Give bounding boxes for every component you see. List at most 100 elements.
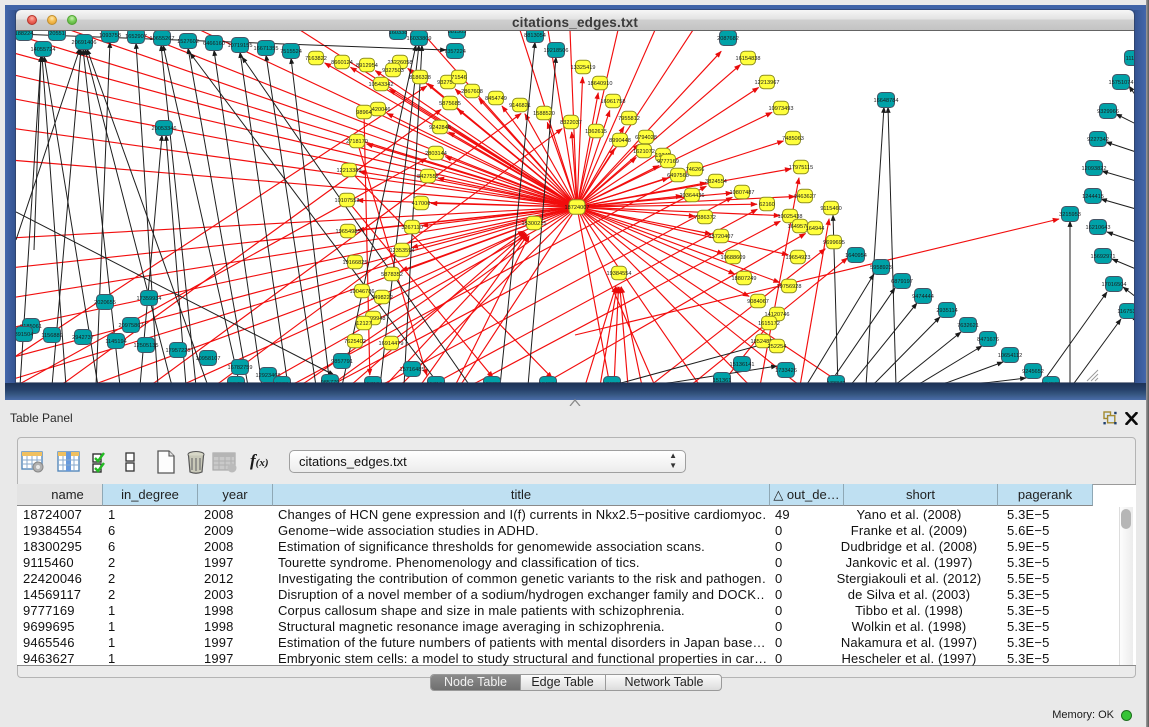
svg-text:1156889: 1156889 bbox=[41, 333, 62, 339]
svg-text:8427552: 8427552 bbox=[417, 174, 439, 180]
svg-text:1588520: 1588520 bbox=[533, 111, 555, 117]
svg-text:19384554: 19384554 bbox=[607, 271, 632, 277]
svg-text:391504: 391504 bbox=[16, 332, 33, 338]
svg-text:9245652: 9245652 bbox=[1022, 369, 1044, 375]
svg-text:7386372: 7386372 bbox=[694, 215, 716, 221]
svg-text:9115460: 9115460 bbox=[820, 206, 841, 212]
svg-text:160338: 160338 bbox=[389, 31, 408, 36]
svg-text:8471676: 8471676 bbox=[977, 337, 999, 343]
svg-text:9699695: 9699695 bbox=[823, 240, 845, 246]
svg-text:2942737: 2942737 bbox=[72, 335, 94, 341]
svg-text:16648784: 16648784 bbox=[874, 98, 899, 104]
svg-text:8912954: 8912954 bbox=[356, 63, 378, 69]
svg-text:1362615: 1362615 bbox=[585, 129, 607, 135]
svg-text:5958923: 5958923 bbox=[870, 265, 892, 271]
svg-text:6466160: 6466160 bbox=[203, 41, 225, 47]
svg-text:2718170: 2718170 bbox=[346, 139, 368, 145]
svg-text:15751074: 15751074 bbox=[1109, 80, 1134, 86]
svg-text:1640954: 1640954 bbox=[845, 253, 867, 259]
svg-text:18807249: 18807249 bbox=[732, 276, 757, 282]
svg-text:164944: 164944 bbox=[806, 226, 825, 232]
svg-text:19218506: 19218506 bbox=[544, 48, 569, 54]
svg-text:12353594: 12353594 bbox=[390, 248, 415, 254]
svg-text:9463627: 9463627 bbox=[794, 194, 816, 200]
svg-text:12213389: 12213389 bbox=[337, 168, 362, 174]
svg-text:7625402: 7625402 bbox=[344, 339, 366, 345]
svg-text:1652907: 1652907 bbox=[125, 34, 147, 40]
svg-text:18724007: 18724007 bbox=[565, 205, 590, 211]
svg-text:2087682: 2087682 bbox=[717, 36, 739, 42]
svg-text:8813054: 8813054 bbox=[524, 33, 546, 39]
svg-text:10958107: 10958107 bbox=[196, 356, 221, 362]
svg-text:15692971: 15692971 bbox=[1091, 254, 1116, 260]
svg-text:9242848: 9242848 bbox=[429, 125, 451, 131]
svg-text:17016504: 17016504 bbox=[1102, 282, 1127, 288]
svg-text:19654985: 19654985 bbox=[336, 229, 361, 235]
svg-text:7955812: 7955812 bbox=[618, 116, 640, 122]
svg-text:9146821: 9146821 bbox=[509, 103, 531, 109]
svg-text:8186328: 8186328 bbox=[409, 75, 431, 81]
svg-text:10973493: 10973493 bbox=[769, 106, 794, 112]
svg-text:5878352: 5878352 bbox=[381, 272, 403, 278]
svg-text:15136141: 15136141 bbox=[730, 362, 755, 368]
svg-text:9474444: 9474444 bbox=[912, 294, 934, 300]
svg-text:11173: 11173 bbox=[1126, 56, 1134, 62]
svg-text:7485063: 7485063 bbox=[782, 136, 804, 142]
svg-text:12213967: 12213967 bbox=[755, 80, 780, 86]
svg-text:881305: 881305 bbox=[448, 31, 467, 35]
svg-text:3267110: 3267110 bbox=[401, 225, 422, 231]
svg-text:1244415: 1244415 bbox=[1082, 194, 1104, 200]
svg-text:19166825: 19166825 bbox=[343, 260, 368, 266]
svg-text:16671355: 16671355 bbox=[254, 46, 279, 52]
svg-text:8660124: 8660124 bbox=[331, 60, 353, 66]
svg-text:16914479: 16914479 bbox=[379, 341, 404, 347]
svg-text:1145194: 1145194 bbox=[105, 339, 126, 345]
svg-text:9329966: 9329966 bbox=[1097, 109, 1119, 115]
svg-text:17957225: 17957225 bbox=[166, 348, 191, 354]
svg-text:417006: 417006 bbox=[412, 201, 431, 207]
svg-text:12127: 12127 bbox=[356, 321, 372, 327]
svg-text:10719155: 10719155 bbox=[228, 43, 253, 49]
svg-text:1093758: 1093758 bbox=[99, 33, 121, 39]
svg-text:8990448: 8990448 bbox=[609, 138, 631, 144]
svg-text:7163822: 7163822 bbox=[305, 56, 327, 62]
svg-text:7357224: 7357224 bbox=[444, 49, 466, 55]
svg-text:8454749: 8454749 bbox=[485, 96, 507, 102]
svg-text:6497568: 6497568 bbox=[667, 173, 689, 179]
svg-text:20691406: 20691406 bbox=[72, 40, 97, 46]
svg-text:19654923: 19654923 bbox=[786, 255, 811, 261]
svg-text:15720407: 15720407 bbox=[709, 234, 734, 240]
svg-text:5875685: 5875685 bbox=[439, 101, 461, 107]
svg-text:98964: 98964 bbox=[356, 110, 372, 116]
svg-text:252254: 252254 bbox=[768, 344, 787, 350]
svg-text:12505135: 12505135 bbox=[134, 343, 159, 349]
svg-text:7515524: 7515524 bbox=[280, 49, 302, 55]
svg-text:12093822: 12093822 bbox=[1082, 166, 1107, 172]
svg-text:9327503: 9327503 bbox=[382, 68, 404, 74]
svg-text:10654112: 10654112 bbox=[998, 353, 1022, 359]
svg-text:16961758: 16961758 bbox=[601, 99, 626, 105]
svg-text:6794028: 6794028 bbox=[635, 135, 657, 141]
svg-text:7632621: 7632621 bbox=[957, 323, 979, 329]
svg-text:15716485: 15716485 bbox=[400, 367, 425, 373]
svg-text:8322037: 8322037 bbox=[560, 120, 582, 126]
svg-text:9857791: 9857791 bbox=[331, 359, 353, 365]
svg-text:16033809: 16033809 bbox=[407, 36, 432, 42]
svg-text:1615172: 1615172 bbox=[758, 321, 780, 327]
svg-text:10688609: 10688609 bbox=[721, 255, 746, 261]
svg-text:3215953: 3215953 bbox=[1059, 212, 1081, 218]
svg-text:2935114: 2935114 bbox=[936, 308, 957, 314]
svg-text:15300215: 15300215 bbox=[522, 221, 547, 227]
svg-text:62160: 62160 bbox=[759, 202, 775, 208]
svg-text:20053346: 20053346 bbox=[152, 126, 177, 132]
svg-text:10107553: 10107553 bbox=[335, 198, 360, 204]
svg-text:13325419: 13325419 bbox=[571, 65, 596, 71]
svg-text:1733426: 1733426 bbox=[775, 368, 797, 374]
svg-text:16154838: 16154838 bbox=[736, 56, 761, 62]
svg-text:1527602: 1527602 bbox=[177, 39, 199, 45]
svg-text:188224: 188224 bbox=[16, 31, 33, 37]
svg-text:10807487: 10807487 bbox=[730, 190, 755, 196]
svg-text:18640910: 18640910 bbox=[588, 81, 613, 87]
svg-text:16782759: 16782759 bbox=[228, 365, 253, 371]
svg-text:17975115: 17975115 bbox=[789, 165, 813, 171]
